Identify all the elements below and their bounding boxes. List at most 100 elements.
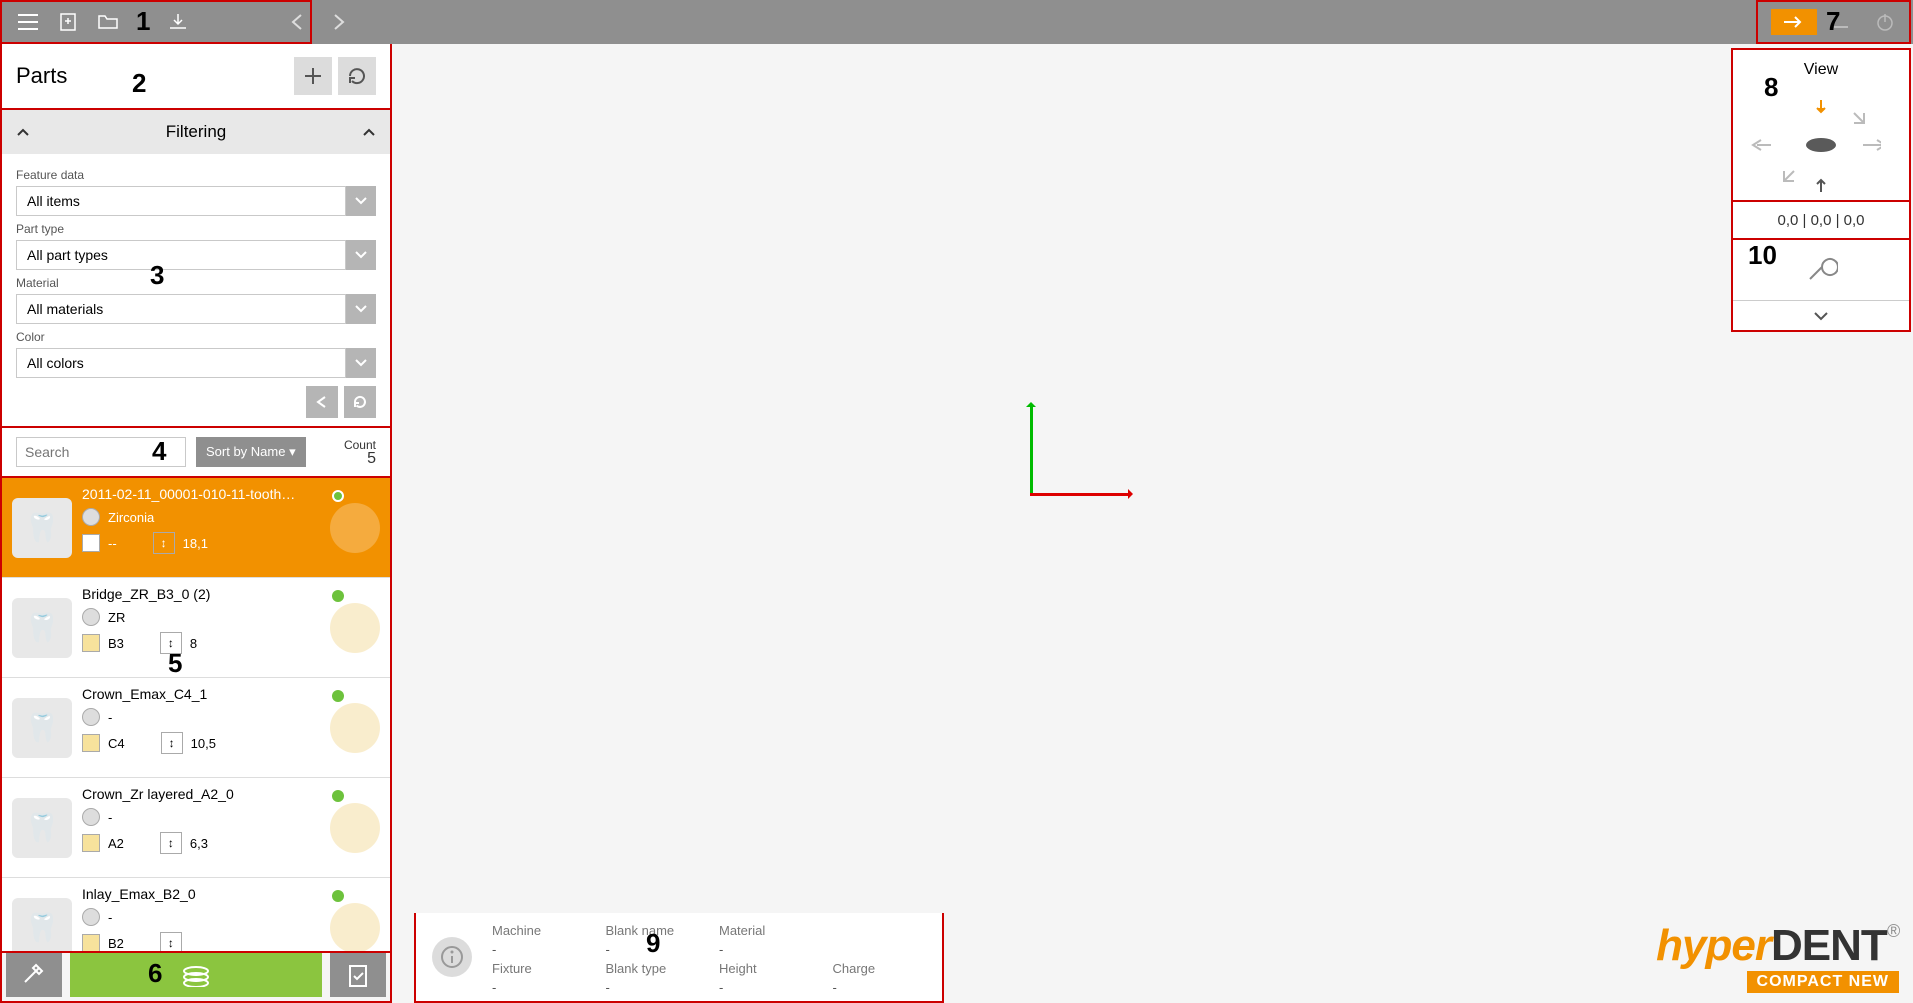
view-orientation[interactable] <box>1733 90 1909 200</box>
part-height: 10,5 <box>191 736 216 751</box>
filter-material-select[interactable]: All materials <box>16 294 376 324</box>
magnify-button[interactable] <box>1733 240 1909 300</box>
chevron-down-icon <box>346 294 376 324</box>
material-icon <box>82 608 100 626</box>
info-machine-label: Machine <box>492 923 586 938</box>
part-type-icon <box>330 803 380 853</box>
material-icon <box>82 908 100 926</box>
info-height-value: - <box>719 980 813 995</box>
view-top-icon[interactable] <box>1811 98 1831 118</box>
power-icon[interactable] <box>1865 2 1905 42</box>
info-material-value: - <box>719 942 813 957</box>
part-thumbnail-icon: 🦷 <box>12 598 72 658</box>
sort-button[interactable]: Sort by Name ▾ <box>196 437 306 467</box>
material-icon <box>82 508 100 526</box>
color-swatch-icon <box>82 834 100 852</box>
height-icon: ↕ <box>160 832 182 854</box>
nav-back-icon[interactable] <box>278 2 318 42</box>
search-row: Sort by Name ▾ Count 5 <box>0 428 392 478</box>
info-blankname-label: Blank name <box>606 923 700 938</box>
right-panel: View 0,0 | 0,0 | 0,0 <box>1731 48 1911 332</box>
part-thumbnail-icon: 🦷 <box>12 698 72 758</box>
add-part-button[interactable] <box>294 57 332 95</box>
part-item[interactable]: 🦷 Crown_Emax_C4_1 - C4 ↕ 10,5 <box>2 678 390 778</box>
filter-reset-button[interactable] <box>344 386 376 418</box>
clipboard-button[interactable] <box>330 953 386 997</box>
part-type-icon <box>330 703 380 753</box>
view-title: View <box>1733 50 1909 90</box>
bottom-info: Machine Blank name Material - - - Fixtur… <box>414 913 944 1003</box>
minimize-icon[interactable] <box>1821 2 1861 42</box>
part-item[interactable]: 🦷 Inlay_Emax_B2_0 - B2 ↕ <box>2 878 390 953</box>
part-name: Bridge_ZR_B3_0 (2) <box>82 586 320 602</box>
orange-arrow-icon[interactable] <box>1771 9 1817 35</box>
view-left-icon[interactable] <box>1751 138 1771 158</box>
download-icon[interactable] <box>158 2 198 42</box>
part-thumbnail-icon: 🦷 <box>12 898 72 954</box>
material-icon <box>82 808 100 826</box>
color-swatch-icon <box>82 734 100 752</box>
parts-title: Parts <box>16 63 67 89</box>
part-height: 18,1 <box>183 536 208 551</box>
status-dot-icon <box>332 790 344 802</box>
filter-parttype-select[interactable]: All part types <box>16 240 376 270</box>
new-file-icon[interactable] <box>48 2 88 42</box>
topbar-right <box>1771 2 1905 42</box>
refresh-parts-button[interactable] <box>338 57 376 95</box>
filter-back-button[interactable] <box>306 386 338 418</box>
part-name: Crown_Zr layered_A2_0 <box>82 786 320 802</box>
part-material: - <box>108 910 112 925</box>
axis-x-icon <box>1030 493 1130 496</box>
chevron-up-icon <box>362 125 376 139</box>
status-dot-icon <box>332 490 344 502</box>
view-bottomleft-icon[interactable] <box>1777 168 1797 188</box>
height-icon: ↕ <box>161 732 183 754</box>
status-dot-icon <box>332 590 344 602</box>
height-icon: ↕ <box>160 932 182 953</box>
menu-icon[interactable] <box>8 2 48 42</box>
info-icon[interactable] <box>432 937 472 977</box>
left-panel: Parts Filtering Feature data All items P… <box>0 44 392 953</box>
info-charge-value: - <box>833 980 927 995</box>
filtering-header[interactable]: Filtering <box>2 110 390 154</box>
open-folder-icon[interactable] <box>88 2 128 42</box>
part-material: ZR <box>108 610 125 625</box>
color-swatch-icon <box>82 934 100 952</box>
info-height-label: Height <box>719 961 813 976</box>
part-type-icon <box>330 603 380 653</box>
view-bottom-icon[interactable] <box>1811 174 1831 194</box>
bottom-left-bar <box>0 953 392 1003</box>
part-item[interactable]: 🦷 Crown_Zr layered_A2_0 - A2 ↕ 6,3 <box>2 778 390 878</box>
part-height: 8 <box>190 636 197 651</box>
filter-color-select[interactable]: All colors <box>16 348 376 378</box>
info-charge-label: Charge <box>833 961 927 976</box>
info-blankname-value: - <box>606 942 700 957</box>
part-height: 6,3 <box>190 836 208 851</box>
view-topright-icon[interactable] <box>1851 110 1871 130</box>
part-color: A2 <box>108 836 124 851</box>
parts-list[interactable]: 🦷 2011-02-11_00001-010-11-tooth… Zirconi… <box>0 478 392 953</box>
disc-icon <box>1806 138 1836 152</box>
parts-count: Count 5 <box>344 438 376 466</box>
view-right-icon[interactable] <box>1861 138 1881 158</box>
part-item[interactable]: 🦷 2011-02-11_00001-010-11-tooth… Zirconi… <box>2 478 390 578</box>
color-swatch-icon <box>82 534 100 552</box>
filter-material-label: Material <box>16 276 376 290</box>
parts-header: Parts <box>0 44 392 110</box>
settings-button[interactable] <box>6 953 62 997</box>
material-icon <box>82 708 100 726</box>
part-name: Crown_Emax_C4_1 <box>82 686 320 702</box>
part-thumbnail-icon: 🦷 <box>12 798 72 858</box>
coords-readout: 0,0 | 0,0 | 0,0 <box>1733 200 1909 240</box>
filter-featuredata-select[interactable]: All items <box>16 186 376 216</box>
nav-forward-icon[interactable] <box>318 2 358 42</box>
part-item[interactable]: 🦷 Bridge_ZR_B3_0 (2) ZR B3 ↕ 8 <box>2 578 390 678</box>
search-input[interactable] <box>16 437 186 467</box>
blanks-button[interactable] <box>70 953 322 997</box>
info-fixture-value: - <box>492 980 586 995</box>
part-color: C4 <box>108 736 125 751</box>
height-icon: ↕ <box>160 632 182 654</box>
status-dot-icon <box>332 690 344 702</box>
topbar <box>0 0 1913 44</box>
collapse-view-button[interactable] <box>1733 300 1909 330</box>
